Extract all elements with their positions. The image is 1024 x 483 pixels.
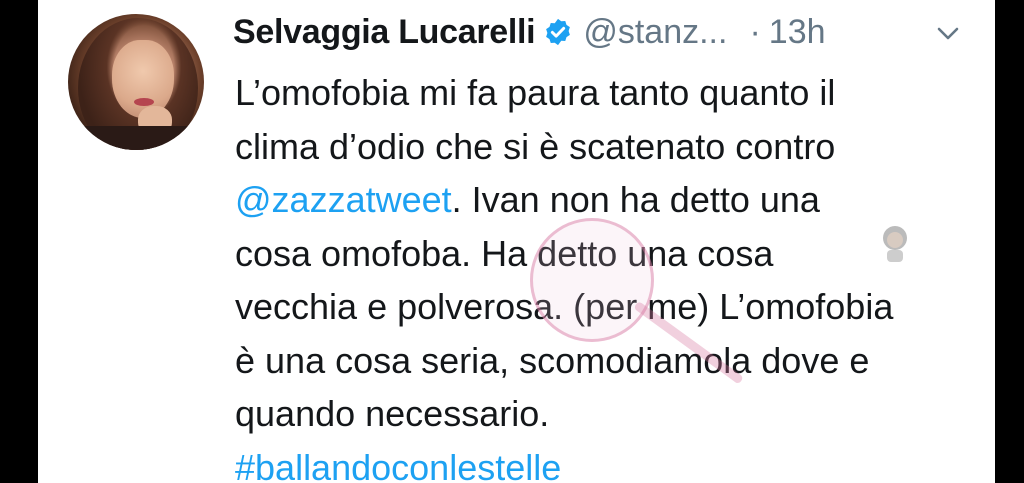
tweet-text-line: è una cosa seria, scomodiamola dove e (235, 334, 975, 388)
author-handle[interactable]: @stanz... (583, 13, 727, 52)
verified-badge-icon (546, 18, 571, 46)
tweet-text-segment: L’omofobia mi fa paura tanto quanto il (235, 72, 836, 113)
tweet-text-line: @zazzatweet. Ivan non ha detto una (235, 173, 975, 227)
tweet-text-line: L’omofobia mi fa paura tanto quanto il (235, 66, 975, 120)
hashtag-link[interactable]: #ballandoconlestelle (235, 447, 561, 483)
tweet-text-line: quando necessario. (235, 387, 975, 441)
avatar-face (112, 40, 174, 118)
tweet-text-segment: vecchia e polverosa. (per me) L’omofobia (235, 286, 894, 327)
tweet-text-line: vecchia e polverosa. (per me) L’omofobia (235, 280, 975, 334)
author-name[interactable]: Selvaggia Lucarelli (233, 13, 536, 52)
chevron-down-icon[interactable] (935, 24, 961, 44)
tweet-text-segment: . Ivan non ha detto una (451, 179, 820, 220)
screen-frame: Selvaggia Lucarelli @stanz... · 13h L’om… (0, 0, 1024, 483)
tweet-card[interactable]: Selvaggia Lucarelli @stanz... · 13h L’om… (38, 0, 995, 483)
profile-avatar[interactable] (68, 14, 204, 150)
mention-link[interactable]: @zazzatweet (235, 179, 452, 220)
avatar-lips (134, 98, 154, 106)
header-separator: · (749, 12, 761, 51)
tweet-text-line: cosa omofoba. Ha detto una cosa (235, 227, 975, 281)
tweet-header: Selvaggia Lucarelli @stanz... · 13h (233, 10, 826, 54)
tweet-body: L’omofobia mi fa paura tanto quanto il cl… (235, 66, 975, 483)
tweet-text-segment: cosa omofoba. Ha detto una cosa (235, 232, 774, 274)
tweet-text-segment: quando necessario. (235, 393, 550, 434)
tweet-text-segment: clima d’odio che si è scatenato contro (235, 125, 836, 167)
avatar-shirt (68, 126, 204, 150)
tweet-timestamp[interactable]: 13h (769, 13, 826, 52)
tweet-text-segment: è una cosa seria, scomodiamola dove e (235, 339, 870, 381)
tweet-text-line: clima d’odio che si è scatenato contro (235, 120, 975, 174)
tweet-text-line: #ballandoconlestelle (235, 441, 975, 483)
